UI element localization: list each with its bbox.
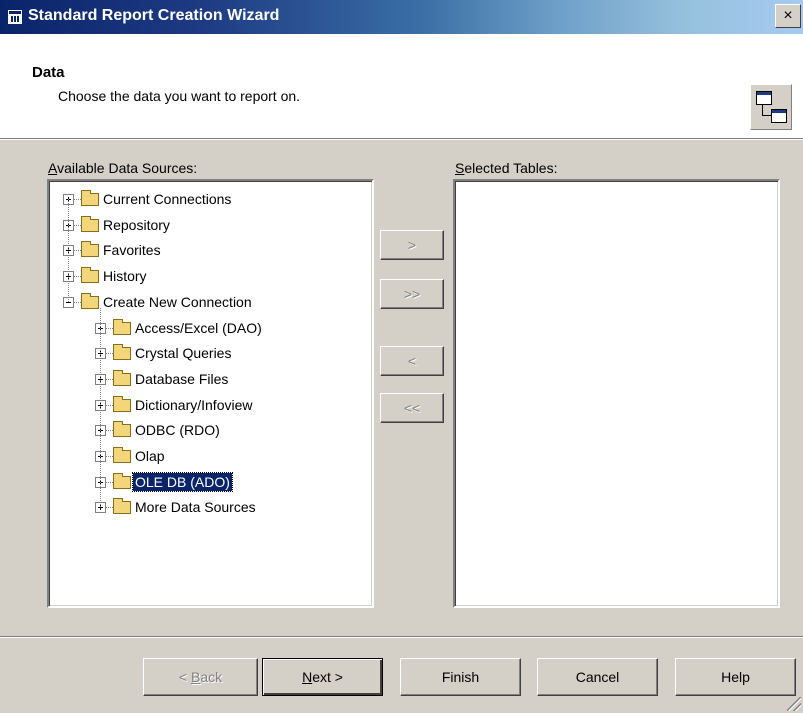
tree-node[interactable]: OLE DB (ADO) bbox=[49, 470, 369, 494]
app-icon bbox=[7, 9, 23, 25]
tree-node[interactable]: Olap bbox=[49, 444, 369, 468]
tree-node[interactable]: ODBC (RDO) bbox=[49, 418, 369, 442]
tree-node-label: OLE DB (ADO) bbox=[132, 471, 233, 492]
selected-tables-list[interactable] bbox=[453, 179, 780, 608]
folder-icon bbox=[81, 190, 99, 206]
folder-icon bbox=[113, 472, 131, 489]
selected-label-text: elected Tables: bbox=[464, 160, 558, 176]
folder-icon bbox=[81, 292, 99, 309]
folder-icon bbox=[113, 498, 131, 515]
back-prefix: < bbox=[178, 669, 191, 685]
tree-connector bbox=[106, 430, 113, 432]
remove-one-button[interactable]: < bbox=[380, 346, 444, 376]
folder-icon bbox=[113, 395, 131, 412]
table-icon-top bbox=[756, 91, 772, 105]
tree-node[interactable]: Database Files bbox=[49, 367, 369, 391]
footer-separator bbox=[0, 636, 803, 638]
tree-node[interactable]: Dictionary/Infoview bbox=[49, 393, 369, 417]
tree-connector bbox=[74, 276, 81, 278]
tree-node-label: ODBC (RDO) bbox=[135, 422, 220, 439]
tree-node-label: Current Connections bbox=[103, 191, 232, 207]
tree-node[interactable]: Crystal Queries bbox=[49, 341, 369, 365]
tree-connector bbox=[74, 199, 81, 200]
tree-node-label: Dictionary/Infoview bbox=[135, 396, 253, 413]
header-separator bbox=[0, 138, 803, 140]
tree-connector bbox=[74, 301, 81, 303]
tree-connector bbox=[100, 307, 101, 508]
tree-node[interactable]: Access/Excel (DAO) bbox=[49, 316, 369, 340]
tree-node-label: Access/Excel (DAO) bbox=[135, 319, 262, 336]
folder-icon bbox=[81, 241, 99, 258]
add-all-button[interactable]: >> bbox=[380, 279, 444, 309]
page-subtitle: Choose the data you want to report on. bbox=[58, 88, 301, 104]
selected-accel-key: S bbox=[455, 160, 465, 176]
tree-connector bbox=[106, 404, 113, 406]
tree-connector bbox=[106, 481, 113, 483]
tree-connector bbox=[106, 327, 113, 329]
tree-connector bbox=[106, 378, 113, 380]
cancel-button[interactable]: Cancel bbox=[537, 658, 658, 696]
selected-tables-label: Selected Tables: bbox=[455, 160, 557, 176]
available-sources-label: Available Data Sources: bbox=[48, 160, 197, 176]
back-accel-key: B bbox=[190, 669, 201, 685]
folder-icon bbox=[113, 344, 131, 361]
resize-grip-icon[interactable] bbox=[787, 697, 801, 711]
next-label: ext > bbox=[312, 669, 343, 685]
remove-all-button[interactable]: << bbox=[380, 393, 444, 423]
tree-connector bbox=[106, 507, 113, 509]
available-accel-key: A bbox=[48, 160, 58, 176]
tree-connector bbox=[74, 250, 81, 252]
tree-node[interactable]: Repository bbox=[49, 213, 369, 237]
tree-node[interactable]: Favorites bbox=[49, 238, 369, 262]
folder-icon bbox=[113, 447, 131, 463]
tree-node-label: Crystal Queries bbox=[135, 345, 232, 362]
next-button[interactable]: Next > bbox=[262, 658, 383, 696]
folder-icon bbox=[81, 215, 99, 232]
help-button[interactable]: Help bbox=[675, 658, 796, 696]
close-button[interactable]: × bbox=[775, 4, 801, 28]
tree-node-label: History bbox=[103, 268, 147, 285]
tree-node[interactable]: History bbox=[49, 264, 369, 288]
wizard-window: Standard Report Creation Wizard × Data C… bbox=[0, 0, 803, 713]
folder-icon bbox=[113, 421, 131, 438]
back-label: ack bbox=[200, 669, 223, 685]
add-one-button[interactable]: > bbox=[380, 230, 444, 260]
folder-icon bbox=[113, 369, 131, 386]
tree-node-label: Create New Connection bbox=[103, 293, 252, 310]
table-icon-bottom bbox=[771, 109, 787, 123]
page-title: Data bbox=[32, 64, 65, 81]
tree-node-label: Olap bbox=[135, 448, 165, 464]
tree-node-label: More Data Sources bbox=[135, 499, 256, 516]
available-label-text: vailable Data Sources: bbox=[57, 160, 198, 176]
tree-node-label: Database Files bbox=[135, 370, 229, 387]
tree-connector bbox=[74, 224, 81, 226]
tree-node[interactable]: Create New Connection bbox=[49, 290, 369, 314]
tree-node[interactable]: Current Connections bbox=[49, 187, 369, 211]
folder-icon bbox=[113, 318, 131, 335]
tree-connector bbox=[68, 199, 69, 302]
next-accel-key: N bbox=[302, 669, 313, 685]
title-bar[interactable]: Standard Report Creation Wizard × bbox=[0, 0, 803, 34]
back-button[interactable]: < Back bbox=[143, 658, 258, 696]
header-band: Data Choose the data you want to report … bbox=[0, 34, 803, 138]
tree-connector bbox=[106, 353, 113, 355]
tree-node-label: Repository bbox=[103, 216, 170, 233]
tree-node[interactable]: More Data Sources bbox=[49, 495, 369, 519]
finish-button[interactable]: Finish bbox=[400, 658, 521, 696]
window-title: Standard Report Creation Wizard bbox=[28, 7, 280, 24]
available-data-sources-tree[interactable]: Current Connections Repository Favorites Hi… bbox=[47, 179, 374, 608]
tree-connector bbox=[106, 456, 113, 457]
tree-node-label: Favorites bbox=[103, 242, 161, 259]
folder-icon bbox=[81, 267, 99, 284]
data-link-icon bbox=[750, 84, 792, 130]
